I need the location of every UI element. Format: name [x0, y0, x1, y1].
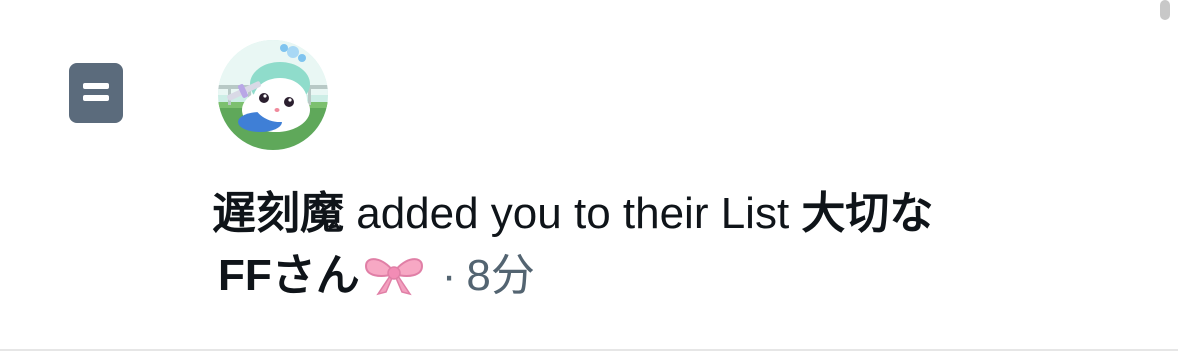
list-name-part1[interactable]: 大切な	[801, 189, 933, 238]
actor-name[interactable]: 遅刻魔	[212, 189, 344, 238]
scrollbar[interactable]	[1160, 0, 1170, 20]
action-text: added you to their List	[344, 189, 802, 238]
list-added-notification[interactable]: 遅刻魔 added you to their List 大切な FFさん · 8分	[0, 0, 1178, 351]
notification-message: 遅刻魔 added you to their List 大切な FFさん · 8分	[212, 183, 1112, 307]
ribbon-bow-icon	[364, 258, 423, 296]
avatar-character-icon	[218, 40, 328, 150]
timestamp: 8分	[466, 251, 535, 300]
list-name-part2[interactable]: FFさん	[218, 251, 360, 300]
avatar[interactable]	[218, 40, 328, 150]
separator-dot: ·	[441, 251, 457, 300]
list-icon	[69, 63, 123, 123]
